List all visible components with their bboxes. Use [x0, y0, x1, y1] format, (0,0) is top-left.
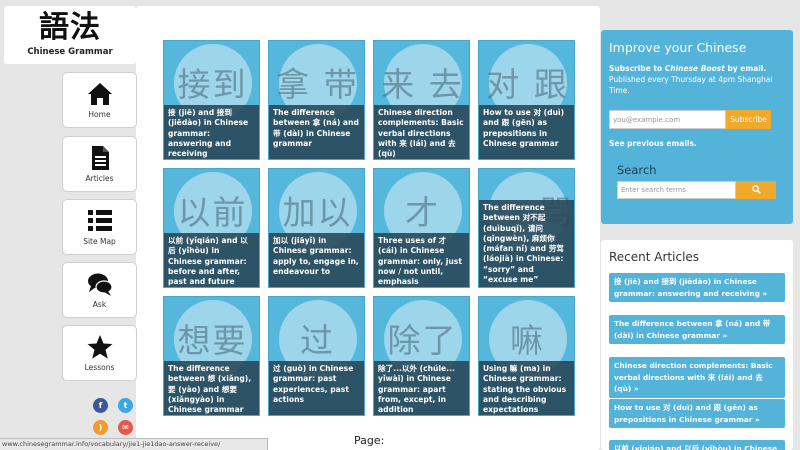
pagination-label: Page: — [354, 434, 385, 447]
newsletter-heading: Improve your Chinese — [609, 40, 747, 55]
home-icon — [87, 83, 112, 105]
search-heading: Search — [617, 163, 657, 177]
rss-icon[interactable]: ) — [93, 420, 108, 435]
nav-lessons-label: Lessons — [84, 363, 115, 372]
nav-lessons[interactable]: Lessons — [62, 325, 137, 381]
site-logo[interactable]: 語法 Chinese Grammar — [4, 6, 136, 64]
tile-title: Three uses of 才 (cái) in Chinese grammar… — [374, 233, 469, 287]
tile-title: 加以 (jiāyǐ) in Chinese grammar: apply to,… — [269, 233, 364, 287]
article-tile[interactable]: 拿 带 The difference between 拿 (ná) and 带 … — [268, 40, 365, 160]
tile-title: Chinese direction complements: Basic ver… — [374, 105, 469, 159]
nav-home-label: Home — [88, 110, 111, 119]
subscribe-prefix: Subscribe to — [609, 64, 665, 73]
subscribe-brand: Chinese Boost — [664, 64, 725, 73]
tile-watermark: 除了 — [387, 321, 458, 360]
nav-articles-label: Articles — [85, 174, 114, 183]
recent-articles-box: Recent Articles 接 (jiē) and 接到 (jiēdào) … — [601, 240, 793, 450]
recent-article-link[interactable]: 以前 (yǐqián) and 以后 (yǐhòu) in Chinese — [609, 440, 785, 450]
article-tile[interactable]: 嘛 Using 嘛 (ma) in Chinese grammar: stati… — [478, 296, 575, 416]
recent-article-link[interactable]: The difference between 拿 (ná) and 带 (dài… — [609, 315, 785, 344]
article-tile[interactable]: 对 跟 How to use 对 (duì) and 跟 (gēn) as pr… — [478, 40, 575, 160]
nav-site-map[interactable]: Site Map — [62, 199, 137, 255]
tile-watermark: 才 — [405, 193, 440, 232]
tile-title: Using 嘛 (ma) in Chinese grammar: stating… — [479, 361, 574, 415]
tile-watermark: 想要 — [177, 321, 248, 360]
tile-watermark: 以前 — [177, 193, 248, 232]
nav-home[interactable]: Home — [62, 72, 137, 128]
article-tile[interactable]: 过 过 (guò) in Chinese grammar: past exper… — [268, 296, 365, 416]
status-bar-url: www.chinesegrammar.info/vocabulary/jie1-… — [0, 438, 268, 450]
tile-title: 接 (jiē) and 接到 (jiēdào) in Chinese gramm… — [164, 105, 259, 159]
search-icon — [751, 185, 761, 194]
previous-emails-link[interactable]: See previous emails. — [609, 139, 697, 148]
tile-watermark: 来 去 — [381, 65, 464, 104]
tile-watermark: 过 — [300, 321, 335, 360]
article-tile[interactable]: 想要 The difference between 想 (xiǎng), 要 (… — [163, 296, 260, 416]
document-icon — [91, 146, 109, 170]
recent-article-link[interactable]: 接 (jiē) and 接到 (jiēdào) in Chinese gramm… — [609, 273, 785, 302]
article-tile[interactable]: 加以 加以 (jiāyǐ) in Chinese grammar: apply … — [268, 168, 365, 288]
facebook-icon[interactable]: f — [93, 398, 108, 413]
newsletter-subscribe-text: Subscribe to Chinese Boost by email. — [609, 63, 785, 74]
tile-title: 除了...以外 (chúle... yǐwài) in Chinese gram… — [374, 361, 469, 415]
article-tile[interactable]: 骂 The difference between 对不起 (duìbuqǐ), … — [478, 168, 575, 288]
tile-watermark: 对 跟 — [486, 65, 569, 104]
tile-title: 以前 (yǐqián) and 以后 (yǐhòu) in Chinese gr… — [164, 233, 259, 287]
article-tile[interactable]: 接到 接 (jiē) and 接到 (jiēdào) in Chinese gr… — [163, 40, 260, 160]
newsletter-box: Improve your Chinese Subscribe to Chines… — [601, 30, 793, 224]
nav-site-map-label: Site Map — [83, 237, 116, 246]
tile-watermark: 拿 带 — [276, 65, 359, 104]
tile-title: The difference between 想 (xiǎng), 要 (yào… — [164, 361, 259, 415]
article-tile[interactable]: 以前 以前 (yǐqián) and 以后 (yǐhòu) in Chinese… — [163, 168, 260, 288]
search-button[interactable] — [736, 181, 776, 199]
tile-title: 过 (guò) in Chinese grammar: past experie… — [269, 361, 364, 415]
star-icon — [87, 335, 112, 359]
subscribe-button[interactable]: Subscribe — [726, 110, 771, 129]
tile-title: The difference between 拿 (ná) and 带 (dài… — [269, 105, 364, 159]
recent-articles-heading: Recent Articles — [609, 250, 700, 264]
speech-bubbles-icon — [87, 273, 113, 296]
nav-ask-label: Ask — [92, 300, 107, 309]
recent-article-link[interactable]: How to use 对 (duì) and 跟 (gēn) as prepos… — [609, 399, 785, 428]
list-icon — [87, 210, 112, 231]
article-tile[interactable]: 除了 除了...以外 (chúle... yǐwài) in Chinese g… — [373, 296, 470, 416]
email-icon[interactable]: ✉ — [118, 420, 133, 435]
logo-characters: 語法 — [39, 10, 101, 45]
email-field[interactable]: you@example.com — [609, 110, 726, 129]
tile-watermark: 加以 — [282, 193, 353, 232]
recent-article-link[interactable]: Chinese direction complements: Basic ver… — [609, 357, 785, 398]
tile-watermark: 嘛 — [510, 321, 545, 360]
tile-title: The difference between 对不起 (duìbuqǐ), 请问… — [479, 200, 574, 287]
article-tile[interactable]: 来 去 Chinese direction complements: Basic… — [373, 40, 470, 160]
logo-subtitle: Chinese Grammar — [27, 47, 113, 57]
article-tile[interactable]: 才 Three uses of 才 (cái) in Chinese gramm… — [373, 168, 470, 288]
twitter-icon[interactable]: t — [118, 398, 133, 413]
newsletter-schedule: Published every Thursday at 4pm Shanghai… — [609, 75, 773, 95]
tile-watermark: 接到 — [177, 65, 248, 104]
tile-title: How to use 对 (duì) and 跟 (gēn) as prepos… — [479, 105, 574, 159]
search-input[interactable]: Enter search terms — [617, 181, 736, 199]
subscribe-suffix: by email. — [724, 64, 767, 73]
nav-articles[interactable]: Articles — [62, 136, 137, 192]
nav-ask[interactable]: Ask — [62, 262, 137, 318]
